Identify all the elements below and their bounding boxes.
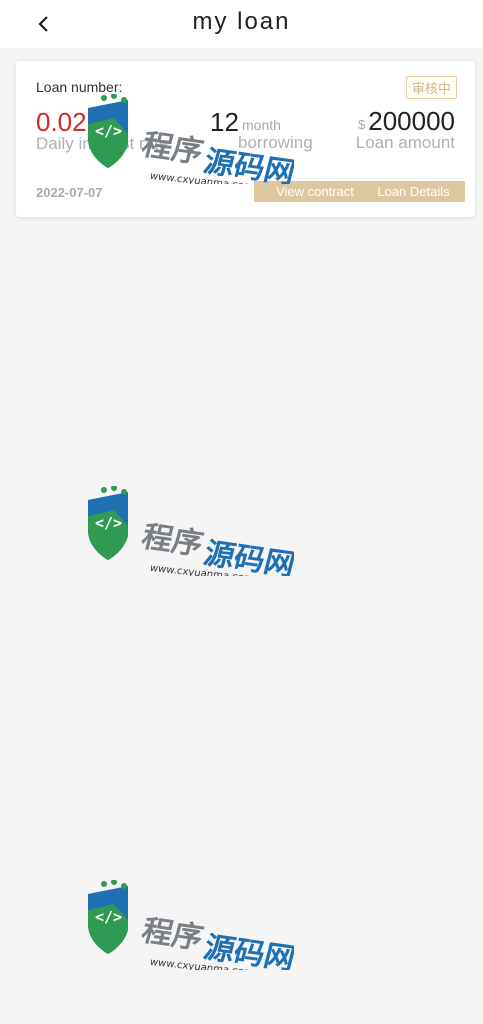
watermark-logo: </> 程序 源码网 www.cxyuanma.com: [88, 94, 294, 184]
svg-text:程序: 程序: [140, 127, 205, 171]
view-contract-button[interactable]: View contract: [254, 181, 376, 202]
watermark-logo: </> 程序 源码网 www.cxyuanma.com: [88, 486, 294, 576]
amount-currency: $: [358, 117, 366, 132]
loan-date: 2022-07-07: [36, 185, 103, 200]
top-bar: my loan: [0, 0, 483, 48]
loan-details-button[interactable]: Loan Details: [362, 181, 465, 202]
page-title: my loan: [192, 8, 291, 35]
svg-text:</>: </>: [95, 514, 122, 532]
svg-text:</>: </>: [95, 908, 122, 926]
svg-text:</>: </>: [95, 122, 122, 140]
svg-text:程序: 程序: [140, 519, 205, 563]
svg-text:程序: 程序: [140, 913, 205, 957]
status-badge: 审核中: [405, 76, 457, 99]
watermark-logo: </> 程序 源码网 www.cxyuanma.com: [88, 880, 294, 970]
loan-amount-label: Loan amount: [355, 133, 455, 152]
loan-number-label: Loan number:: [36, 79, 123, 95]
